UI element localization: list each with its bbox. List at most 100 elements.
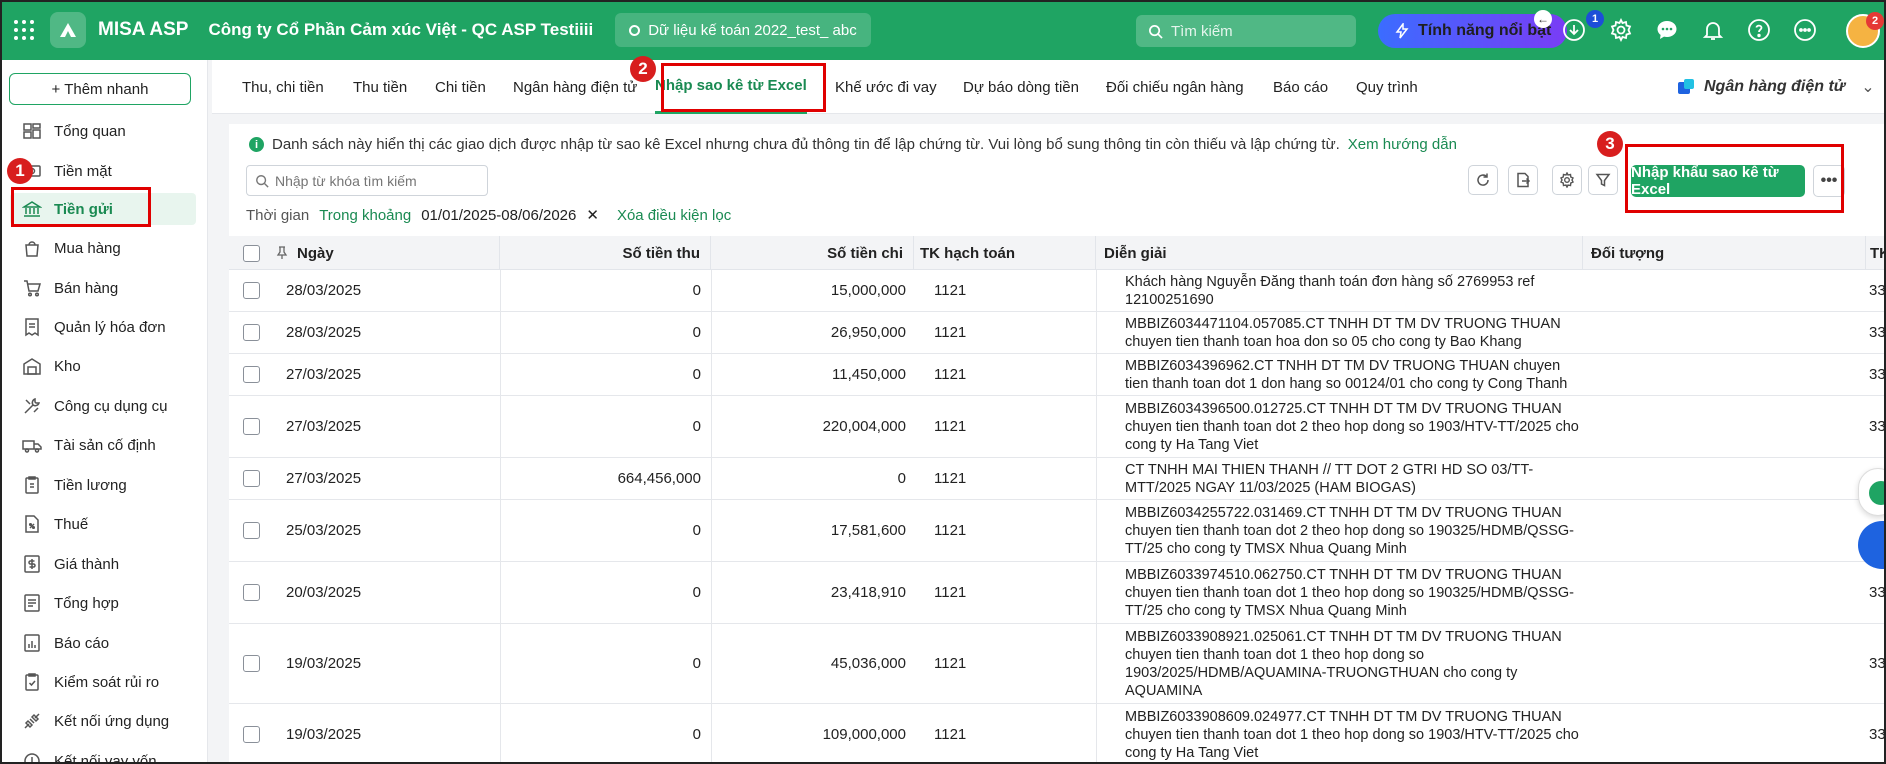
row-checkbox[interactable] <box>243 726 260 743</box>
select-all-checkbox[interactable] <box>243 236 260 270</box>
row-select-cell[interactable] <box>243 458 260 499</box>
row-select-cell[interactable] <box>243 270 260 311</box>
quick-add-button[interactable]: + Thêm nhanh <box>9 73 191 105</box>
column-divider <box>1096 704 1097 764</box>
sidebar-item-payroll[interactable]: Tiền lương <box>10 469 196 501</box>
tab-receipts-payments[interactable]: Thu, chi tiền <box>242 60 324 114</box>
tab-payments[interactable]: Chi tiền <box>435 60 486 114</box>
app-launcher-icon[interactable] <box>6 12 42 48</box>
guide-link[interactable]: Xem hướng dẫn <box>1348 136 1457 153</box>
row-checkbox[interactable] <box>243 470 260 487</box>
table-row[interactable]: 28/03/2025 0 26,950,000 1121 MBBIZ6034471104… <box>229 312 1886 354</box>
back-arrow-icon[interactable]: ← <box>1534 10 1552 28</box>
sidebar-item-tools[interactable]: Công cụ dụng cụ <box>10 390 196 422</box>
cell-description: MBBIZ6034396962.CT TNHH DT TM DV TRUONG … <box>1125 357 1568 392</box>
sidebar-item-summary[interactable]: Tổng hợp <box>10 587 196 619</box>
table-row[interactable]: 28/03/2025 0 15,000,000 1121 Khách hàng Nguy… <box>229 270 1886 312</box>
download-icon[interactable] <box>1561 17 1587 43</box>
sidebar-item-invoices[interactable]: Quản lý hóa đơn <box>10 311 196 343</box>
sidebar-item-warehouse[interactable]: Kho <box>10 350 196 382</box>
tab-reports[interactable]: Báo cáo <box>1273 60 1328 114</box>
sidebar-item-app-connect[interactable]: Kết nối ứng dụng <box>10 705 196 737</box>
column-divider <box>711 458 712 499</box>
settings-gear-icon[interactable] <box>1552 165 1582 195</box>
clear-filter-link[interactable]: Xóa điều kiện lọc <box>617 207 731 224</box>
help-icon[interactable] <box>1746 17 1772 43</box>
sidebar-item-label: Kết nối ứng dụng <box>54 712 170 730</box>
sidebar-item-cost[interactable]: Giá thành <box>10 548 196 580</box>
sidebar-item-reports[interactable]: Báo cáo <box>10 627 196 659</box>
column-expense[interactable]: Số tiền chi <box>711 236 914 270</box>
chat-icon[interactable] <box>1654 17 1680 43</box>
sidebar-item-loan-connect[interactable]: Kết nối vay vốn <box>10 745 196 764</box>
sidebar-item-risk-control[interactable]: Kiểm soát rủi ro <box>10 666 196 698</box>
table-row[interactable]: 20/03/2025 0 23,418,910 1121 MBBIZ6033974510… <box>229 562 1886 624</box>
filter-mode[interactable]: Trong khoảng <box>319 207 411 224</box>
cell-expense: 15,000,000 <box>830 282 906 299</box>
row-checkbox[interactable] <box>243 282 260 299</box>
more-apps-icon[interactable] <box>1792 17 1818 43</box>
row-select-cell[interactable] <box>243 396 260 457</box>
table-row[interactable]: 25/03/2025 0 17,581,600 1121 MBBIZ6034255722… <box>229 500 1886 562</box>
dataset-selector[interactable]: Dữ liệu kế toán 2022_test_ abc <box>615 13 871 47</box>
clear-filter-x-icon[interactable]: ✕ <box>586 206 599 224</box>
column-object[interactable]: Đối tượng <box>1583 236 1866 270</box>
cell-account: 1121 <box>934 470 967 487</box>
row-checkbox[interactable] <box>243 655 260 672</box>
cell-income: 664,456,000 <box>617 470 701 487</box>
sidebar-item-tax[interactable]: Thuế <box>10 508 196 540</box>
tab-bank-reconciliation[interactable]: Đối chiếu ngân hàng <box>1106 60 1244 114</box>
sidebar-item-overview[interactable]: Tổng quan <box>10 115 196 147</box>
cell-expense: 45,036,000 <box>830 655 906 672</box>
refresh-icon[interactable] <box>1468 165 1498 195</box>
settings-gear-icon[interactable] <box>1608 17 1634 43</box>
tab-e-banking[interactable]: Ngân hàng điện tử <box>513 60 637 114</box>
row-select-cell[interactable] <box>243 500 260 561</box>
sidebar-item-sales[interactable]: Bán hàng <box>10 272 196 304</box>
row-checkbox[interactable] <box>243 584 260 601</box>
sidebar-item-purchase[interactable]: Mua hàng <box>10 232 196 264</box>
column-description[interactable]: Diễn giải <box>1096 236 1583 270</box>
column-account[interactable]: TK hạch toán <box>914 236 1096 270</box>
row-checkbox[interactable] <box>243 366 260 383</box>
tab-cashflow-forecast[interactable]: Dự báo dòng tiền <box>963 60 1079 114</box>
table-row[interactable]: 19/03/2025 0 45,036,000 1121 MBBIZ6033908921… <box>229 624 1886 704</box>
column-tk[interactable]: TK <box>1866 236 1886 270</box>
tab-loan-contracts[interactable]: Khế ước đi vay <box>835 60 937 114</box>
table-row[interactable]: 27/03/2025 0 11,450,000 1121 MBBIZ6034396962… <box>229 354 1886 396</box>
filter-funnel-icon[interactable] <box>1588 165 1618 195</box>
cell-tk: 331 <box>1869 584 1886 601</box>
e-banking-shortcut[interactable]: Ngân hàng điện tử ⌄ <box>1676 60 1875 114</box>
chat-support-widget[interactable] <box>1858 468 1886 516</box>
dashboard-icon <box>23 123 41 139</box>
global-search[interactable]: Tìm kiếm <box>1136 15 1356 47</box>
row-checkbox[interactable] <box>243 522 260 539</box>
row-select-cell[interactable] <box>243 704 260 764</box>
keyword-search-input[interactable] <box>275 172 475 189</box>
table-row[interactable]: 27/03/2025 664,456,000 0 1121 CT TNHH MAI TH… <box>229 458 1886 500</box>
table-row[interactable]: 27/03/2025 0 220,004,000 1121 MBBIZ603439650… <box>229 396 1886 458</box>
tab-receipts[interactable]: Thu tiền <box>353 60 407 114</box>
table-row[interactable]: 19/03/2025 0 109,000,000 1121 MBBIZ603390860… <box>229 704 1886 764</box>
cell-description: MBBIZ6034255722.031469.CT TNHH DT TM DV … <box>1125 504 1574 557</box>
tab-process[interactable]: Quy trình <box>1356 60 1418 114</box>
row-select-cell[interactable] <box>243 624 260 703</box>
keyword-search[interactable] <box>246 165 488 196</box>
notification-bell-icon[interactable] <box>1700 17 1726 43</box>
export-icon[interactable] <box>1508 165 1538 195</box>
row-select-cell[interactable] <box>243 312 260 353</box>
sidebar-item-fixed-assets[interactable]: Tài sản cố định <box>10 429 196 461</box>
company-name[interactable]: Công ty Cổ Phần Cảm xúc Việt - QC ASP Te… <box>208 20 593 40</box>
chevron-down-icon[interactable]: ⌄ <box>1861 77 1874 97</box>
column-date[interactable]: Ngày <box>275 236 500 270</box>
row-select-cell[interactable] <box>243 354 260 395</box>
row-checkbox[interactable] <box>243 418 260 435</box>
dataset-status-icon <box>629 24 641 36</box>
row-select-cell[interactable] <box>243 562 260 623</box>
sidebar-item-cash[interactable]: Tiền mặt <box>10 155 196 187</box>
sidebar-item-label: Báo cáo <box>54 634 110 652</box>
column-income[interactable]: Số tiền thu <box>500 236 711 270</box>
filter-range[interactable]: 01/01/2025-08/06/2026 <box>421 207 576 224</box>
row-checkbox[interactable] <box>243 324 260 341</box>
pin-icon[interactable] <box>275 246 289 260</box>
